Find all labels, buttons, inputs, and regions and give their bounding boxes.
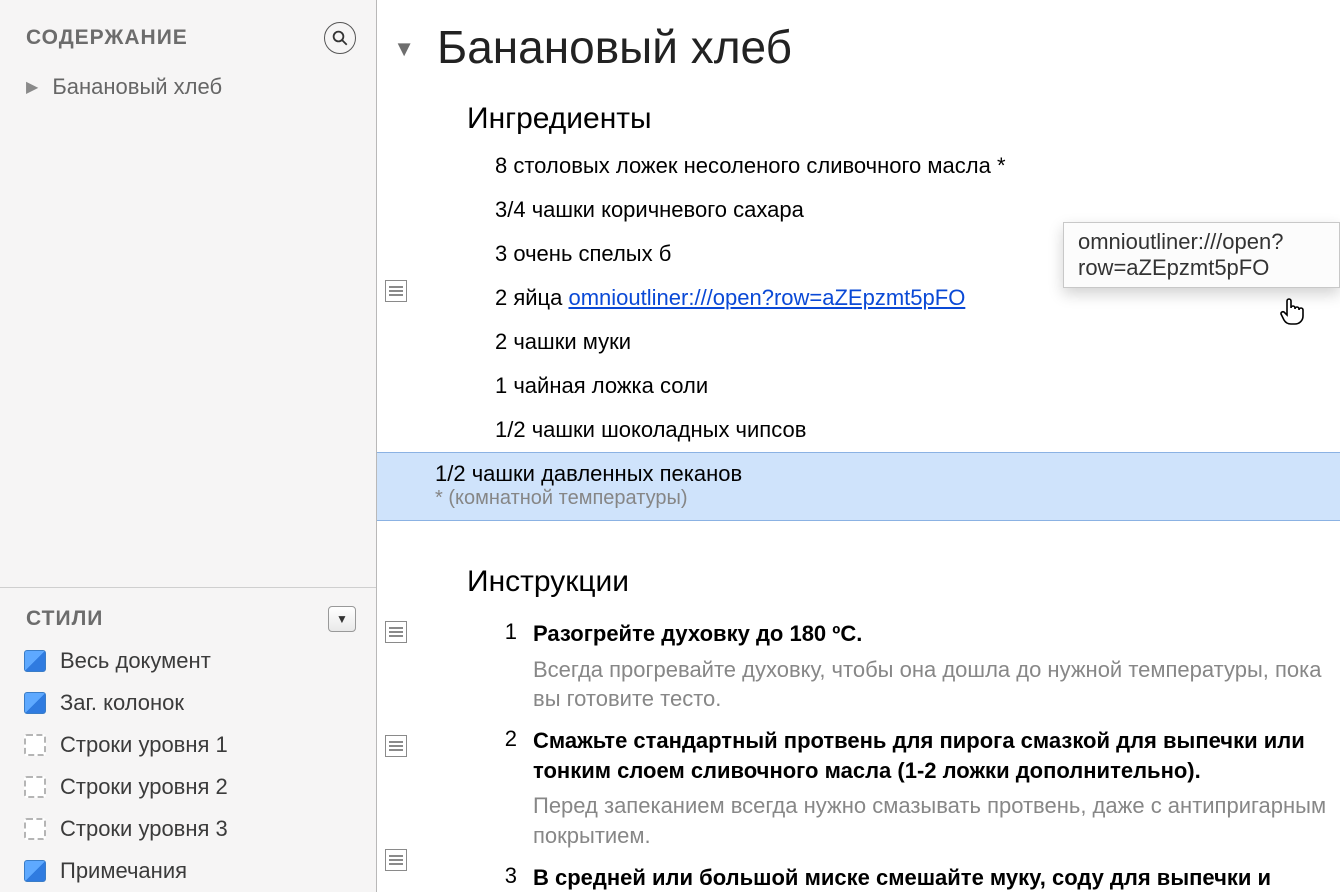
row-handle-icon[interactable] xyxy=(385,735,407,757)
toc-item-banana-bread[interactable]: ▶ Банановый хлеб xyxy=(0,64,376,110)
instruction-text[interactable]: Разогрейте духовку до 180 ºC. xyxy=(533,619,1330,649)
instructions-heading[interactable]: Инструкции xyxy=(467,565,1330,599)
style-label: Строки уровня 3 xyxy=(60,816,228,842)
style-row[interactable]: Заг. колонок xyxy=(0,682,376,724)
row-handle-icon[interactable] xyxy=(385,849,407,871)
ingredient-row[interactable]: 1/2 чашки шоколадных чипсов xyxy=(495,408,1330,452)
link-tooltip: omnioutliner:///open?row=aZEpzmt5pFO xyxy=(1063,222,1340,288)
instruction-text[interactable]: Смажьте стандартный протвень для пирога … xyxy=(533,726,1330,785)
styles-header: СТИЛИ ▼ xyxy=(0,588,376,640)
ingredients-block: 8 столовых ложек несоленого сливочного м… xyxy=(377,144,1340,452)
ingredients-list: 8 столовых ложек несоленого сливочного м… xyxy=(495,144,1330,452)
styles-title: СТИЛИ xyxy=(26,607,103,631)
style-swatch-icon xyxy=(24,692,46,714)
row-link[interactable]: omnioutliner:///open?row=aZEpzmt5pFO xyxy=(569,285,966,310)
disclosure-right-icon[interactable]: ▶ xyxy=(26,77,38,97)
style-swatch-icon xyxy=(24,776,46,798)
styles-panel: СТИЛИ ▼ Весь документ Заг. колонок Строки … xyxy=(0,587,376,892)
instruction-number: 1 xyxy=(495,619,517,649)
instructions-heading-row[interactable]: Инструкции xyxy=(377,521,1340,607)
ingredient-row[interactable]: 8 столовых ложек несоленого сливочного м… xyxy=(495,144,1330,188)
ingredient-row[interactable]: 1 чайная ложка соли xyxy=(495,364,1330,408)
style-label: Весь документ xyxy=(60,648,211,674)
style-label: Строки уровня 1 xyxy=(60,732,228,758)
style-row[interactable]: Строки уровня 2 xyxy=(0,766,376,808)
search-icon[interactable] xyxy=(324,22,356,54)
style-swatch-icon xyxy=(24,860,46,882)
selected-ingredient-text[interactable]: 1/2 чашки давленных пеканов xyxy=(435,453,1340,487)
styles-list: Весь документ Заг. колонок Строки уровня 1… xyxy=(0,640,376,892)
instruction-row[interactable]: 2 Смажьте стандартный протвень для пирога… xyxy=(377,714,1340,851)
chevron-down-icon: ▼ xyxy=(336,612,348,626)
row-handle-icon[interactable] xyxy=(385,621,407,643)
instruction-number: 2 xyxy=(495,726,517,785)
instruction-note[interactable]: Перед запеканием всегда нужно смазывать … xyxy=(533,791,1330,850)
contents-title: СОДЕРЖАНИЕ xyxy=(26,26,188,50)
sidebar: СОДЕРЖАНИЕ ▶ Банановый хлеб СТИЛИ ▼ Весь… xyxy=(0,0,377,892)
disclosure-down-icon[interactable]: ▼ xyxy=(393,36,415,62)
row-handle-icon[interactable] xyxy=(385,280,407,302)
ingredients-heading-row[interactable]: Ингредиенты xyxy=(377,74,1340,144)
style-swatch-icon xyxy=(24,650,46,672)
style-label: Заг. колонок xyxy=(60,690,184,716)
style-label: Примечания xyxy=(60,858,187,884)
style-swatch-icon xyxy=(24,818,46,840)
ingredient-row[interactable]: 2 чашки муки xyxy=(495,320,1330,364)
style-row[interactable]: Весь документ xyxy=(0,640,376,682)
style-row[interactable]: Примечания xyxy=(0,850,376,892)
selected-ingredient-note[interactable]: * (комнатной температуры) xyxy=(435,487,1340,520)
instruction-text[interactable]: В средней или большой миске смешайте мук… xyxy=(533,863,1330,892)
outline-title-row[interactable]: ▼ Банановый хлеб xyxy=(377,0,1340,74)
styles-dropdown-button[interactable]: ▼ xyxy=(328,606,356,632)
contents-header: СОДЕРЖАНИЕ xyxy=(0,0,376,64)
doc-title[interactable]: Банановый хлеб xyxy=(437,21,792,73)
toc-item-label: Банановый хлеб xyxy=(52,74,222,100)
instruction-note[interactable]: Всегда прогревайте духовку, чтобы она до… xyxy=(533,655,1330,714)
outline-area: ▼ Банановый хлеб Ингредиенты 8 столовых … xyxy=(377,0,1340,892)
selected-ingredient-row[interactable]: 1/2 чашки давленных пеканов * (комнатной… xyxy=(377,452,1340,521)
style-label: Строки уровня 2 xyxy=(60,774,228,800)
ingredients-heading[interactable]: Ингредиенты xyxy=(467,102,1330,136)
contents-panel: СОДЕРЖАНИЕ ▶ Банановый хлеб xyxy=(0,0,376,587)
instructions-list: 1 Разогрейте духовку до 180 ºC. Всегда про… xyxy=(377,607,1340,892)
style-row[interactable]: Строки уровня 1 xyxy=(0,724,376,766)
instruction-row[interactable]: 3 В средней или большой миске смешайте му… xyxy=(377,851,1340,892)
style-swatch-icon xyxy=(24,734,46,756)
instruction-row[interactable]: 1 Разогрейте духовку до 180 ºC. Всегда про… xyxy=(377,607,1340,714)
style-row[interactable]: Строки уровня 3 xyxy=(0,808,376,850)
instruction-number: 3 xyxy=(495,863,517,892)
